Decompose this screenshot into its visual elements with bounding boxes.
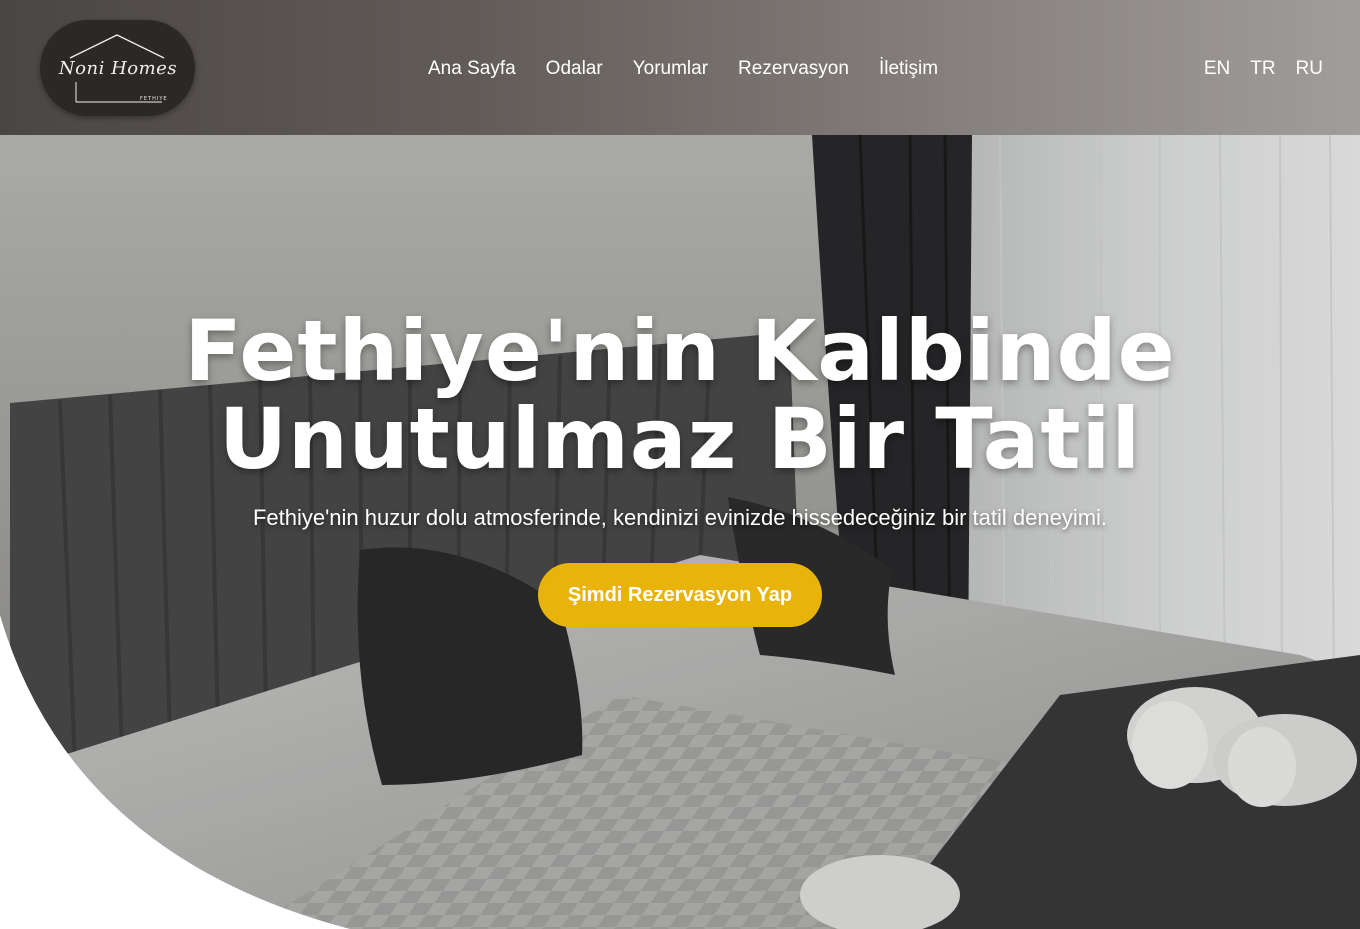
nav-link-home[interactable]: Ana Sayfa — [428, 57, 516, 81]
hero-section: Fethiye'nin Kalbinde Unutulmaz Bir Tatil… — [0, 135, 1360, 929]
site-header: Noni Homes FETHIYE Ana Sayfa Odalar Yoru… — [0, 0, 1360, 135]
lang-ru[interactable]: RU — [1296, 57, 1323, 81]
book-now-button[interactable]: Şimdi Rezervasyon Yap — [537, 563, 823, 627]
hero-title: Fethiye'nin Kalbinde Unutulmaz Bir Tatil — [80, 307, 1280, 483]
logo[interactable]: Noni Homes FETHIYE — [40, 20, 195, 116]
logo-script-text: Noni Homes — [58, 58, 178, 79]
nav-link-reservation[interactable]: Rezervasyon — [738, 57, 849, 81]
logo-subtext: FETHIYE — [140, 96, 168, 102]
language-switcher: EN TR RU — [1204, 57, 1323, 81]
lang-en[interactable]: EN — [1204, 57, 1230, 81]
nav-link-rooms[interactable]: Odalar — [546, 57, 603, 81]
hero-title-line-2: Unutulmaz Bir Tatil — [218, 390, 1142, 488]
hero-subtitle: Fethiye'nin huzur dolu atmosferinde, ken… — [252, 505, 1108, 530]
lang-tr[interactable]: TR — [1250, 57, 1275, 81]
nav-link-contact[interactable]: İletişim — [879, 57, 938, 81]
hero-title-line-1: Fethiye'nin Kalbinde — [184, 302, 1176, 400]
nav-link-reviews[interactable]: Yorumlar — [633, 57, 708, 81]
main-nav: Ana Sayfa Odalar Yorumlar Rezervasyon İl… — [428, 57, 938, 81]
hero-content: Fethiye'nin Kalbinde Unutulmaz Bir Tatil… — [0, 307, 1360, 627]
page: Noni Homes FETHIYE Ana Sayfa Odalar Yoru… — [0, 0, 1360, 929]
